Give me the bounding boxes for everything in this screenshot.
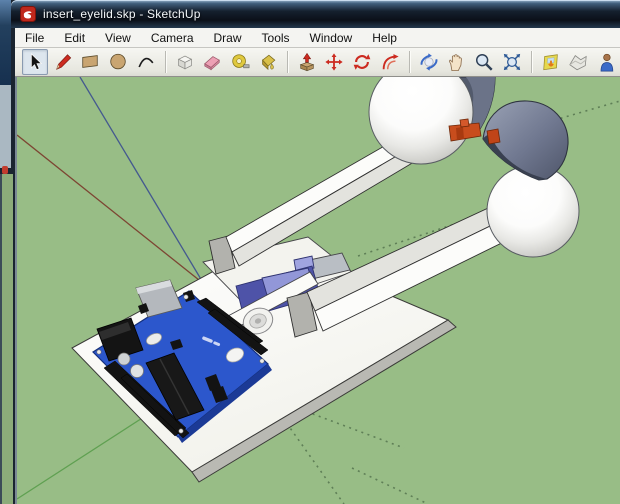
select-tool-button[interactable] xyxy=(22,49,48,75)
zoom-tool-button[interactable] xyxy=(471,49,497,75)
move-arrows-icon xyxy=(325,53,343,71)
sketchup-logo-icon xyxy=(20,6,36,22)
arc-tool-button[interactable] xyxy=(133,49,159,75)
circle-tool-button[interactable] xyxy=(105,49,131,75)
terrain-icon xyxy=(569,55,587,71)
person-icon xyxy=(600,53,614,72)
magnifier-icon xyxy=(476,54,493,71)
eraser-icon xyxy=(204,56,221,71)
model-scene xyxy=(17,77,620,504)
zoom-extents-icon xyxy=(503,53,521,71)
eraser-tool-button[interactable] xyxy=(199,49,225,75)
toolbar-separator xyxy=(164,51,166,73)
push-pull-button[interactable] xyxy=(294,49,320,75)
rotate-tool-button[interactable] xyxy=(349,49,375,75)
toggle-terrain-button[interactable] xyxy=(565,49,591,75)
circle-icon xyxy=(110,53,126,70)
make-component-button[interactable] xyxy=(172,49,198,75)
rectangle-tool-button[interactable] xyxy=(78,49,104,75)
menu-help[interactable]: Help xyxy=(362,29,407,47)
menu-bar: File Edit View Camera Draw Tools Window … xyxy=(15,28,620,48)
select-arrow-icon xyxy=(30,52,43,71)
window-title: insert_eyelid.skp - SketchUp xyxy=(43,7,201,21)
menu-view[interactable]: View xyxy=(95,29,141,47)
pan-hand-icon xyxy=(449,54,463,72)
viewport-canvas[interactable] xyxy=(15,77,620,504)
screen: { "window": { "title": "insert_eyelid.sk… xyxy=(0,0,620,504)
menu-draw[interactable]: Draw xyxy=(204,29,252,47)
tape-measure-icon xyxy=(232,54,250,69)
photo-textures-button[interactable] xyxy=(593,49,619,75)
pan-tool-button[interactable] xyxy=(443,49,469,75)
menu-window[interactable]: Window xyxy=(300,29,363,47)
background-window-titlebar xyxy=(0,0,11,85)
pencil-icon xyxy=(55,54,71,70)
menu-camera[interactable]: Camera xyxy=(141,29,204,47)
background-window-logo xyxy=(2,166,8,174)
background-window-toolbar xyxy=(0,85,11,168)
paint-bucket-button[interactable] xyxy=(255,49,281,75)
menu-file[interactable]: File xyxy=(15,29,54,47)
background-window-sliver xyxy=(0,0,13,504)
toolbar-separator xyxy=(286,51,288,73)
add-location-icon xyxy=(542,54,558,71)
menu-edit[interactable]: Edit xyxy=(54,29,95,47)
toolbar-separator xyxy=(408,51,410,73)
orbit-icon xyxy=(420,53,437,71)
move-tool-button[interactable] xyxy=(321,49,347,75)
offset-icon xyxy=(382,54,399,70)
add-location-button[interactable] xyxy=(538,49,564,75)
tape-measure-button[interactable] xyxy=(227,49,253,75)
eyeball-right xyxy=(486,164,580,258)
paint-bucket-icon xyxy=(261,54,276,71)
zoom-extents-button[interactable] xyxy=(499,49,525,75)
rectangle-icon xyxy=(82,55,99,68)
sketchup-window: insert_eyelid.skp - SketchUp File Edit V… xyxy=(11,0,620,504)
toolbar xyxy=(15,48,620,77)
title-bar[interactable]: insert_eyelid.skp - SketchUp xyxy=(11,0,620,28)
rotate-arrows-icon xyxy=(353,54,371,70)
toolbar-separator xyxy=(530,51,532,73)
menu-tools[interactable]: Tools xyxy=(252,29,300,47)
offset-tool-button[interactable] xyxy=(377,49,403,75)
orbit-tool-button[interactable] xyxy=(416,49,442,75)
line-tool-button[interactable] xyxy=(50,49,76,75)
push-pull-icon xyxy=(299,52,314,72)
component-box-icon xyxy=(177,55,192,70)
arc-icon xyxy=(138,57,154,68)
